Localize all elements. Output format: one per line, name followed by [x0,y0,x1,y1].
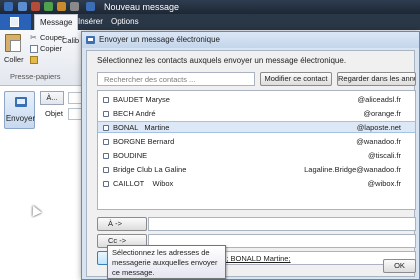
contact-row[interactable]: Bridge Club La Galine Lagaline.Bridge@wa… [98,164,415,176]
contact-email: @tiscali.fr [367,151,401,160]
paste-icon[interactable] [5,34,21,52]
copy-button[interactable]: Copier [40,44,62,53]
font-name-box[interactable]: Calib [62,36,79,45]
clipboard-group-label: Presse-papiers [10,72,61,81]
to-recipients-button[interactable]: À -> [97,217,147,231]
cut-icon[interactable]: ✂ [30,34,38,42]
copy-icon[interactable] [30,45,38,53]
down-arrow-icon[interactable] [86,2,95,11]
save-icon[interactable] [18,2,27,11]
dialog-title: Envoyer un message électronique [99,35,220,44]
contact-row[interactable]: BECH André @orange.fr [98,108,415,120]
send-button[interactable]: Envoyer [4,91,35,129]
contact-email: Lagaline.Bridge@wanadoo.fr [304,165,401,174]
redo-icon[interactable] [44,2,53,11]
contact-email: @orange.fr [363,109,401,118]
print-icon[interactable] [57,2,66,11]
customize-icon[interactable] [70,2,79,11]
contact-row[interactable]: BOUDINE @tiscali.fr [98,150,415,162]
dialog-body: Sélectionnez les contacts auxquels envoy… [86,50,416,277]
contact-row[interactable]: CAILLOT Wibox @wibox.fr [98,178,415,190]
subject-field[interactable] [68,108,82,120]
contact-email: @wanadoo.fr [356,137,401,146]
ok-button[interactable]: OK [383,259,416,273]
select-contacts-dialog: Envoyer un message électronique Sélectio… [81,31,420,280]
dialog-hint: Sélectionnez les contacts auxquels envoy… [97,56,347,65]
subject-label: Objet [45,109,63,118]
tab-insert[interactable]: Insérer [73,14,108,30]
format-painter-icon[interactable] [30,56,38,64]
to-recipients-field[interactable] [148,217,416,231]
contact-email: @aliceadsl.fr [357,95,401,104]
contact-email: @wibox.fr [367,179,401,188]
envelope-icon [15,97,27,107]
contact-row[interactable]: BAUDET Maryse @aliceadsl.fr [98,94,415,106]
contact-row[interactable]: BORGNE Bernard @wanadoo.fr [98,136,415,148]
file-icon [10,17,19,27]
tab-message[interactable]: Message [34,14,79,30]
to-button[interactable]: À... [40,91,64,105]
contact-email: @laposte.net [356,123,401,132]
search-placeholder: Rechercher des contacts ... [104,75,196,84]
to-field[interactable] [68,92,82,104]
contact-list[interactable]: BAUDET Maryse @aliceadsl.fr BECH André @… [97,90,416,210]
undo-icon[interactable] [31,2,40,11]
send-label: Envoyer [5,114,36,123]
tab-options[interactable]: Options [106,14,144,30]
file-tab[interactable] [0,14,31,30]
outlook-icon [4,2,13,11]
contact-search-input[interactable]: Rechercher des contacts ... [97,72,255,86]
window-title: Nouveau message [104,2,180,12]
paste-label[interactable]: Coller [4,55,24,64]
envelope-icon [86,36,95,44]
cut-button[interactable]: Couper [40,33,65,42]
dialog-titlebar: Envoyer un message électronique [82,32,419,48]
bcc-tooltip: Sélectionnez les adresses de messagerie … [107,245,226,279]
ribbon-tab-bar: Message Insérer Options [0,14,420,30]
modify-contact-button[interactable]: Modifier ce contact [260,72,332,86]
contact-row-selected[interactable]: BONAL Martine @laposte.net [98,121,415,133]
browse-directory-button[interactable]: Regarder dans les annuaires [337,72,416,86]
window-titlebar: Nouveau message [0,0,420,14]
